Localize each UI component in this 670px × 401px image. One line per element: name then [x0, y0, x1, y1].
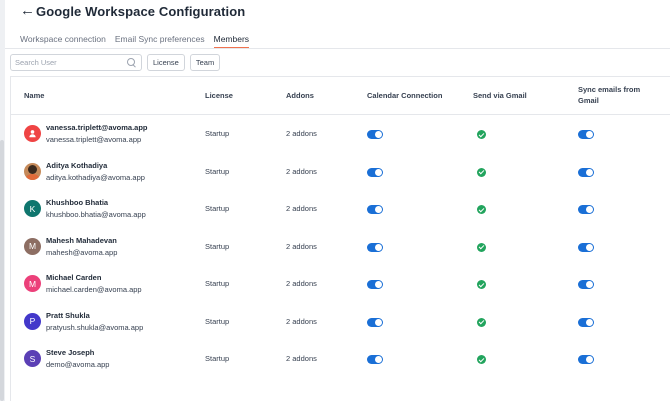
addons-cell[interactable]: 2 addons [286, 242, 317, 251]
check-circle-icon [477, 317, 486, 327]
sync-emails-toggle[interactable] [578, 130, 594, 139]
sync-emails-toggle[interactable] [578, 317, 594, 327]
avatar: S [24, 350, 41, 367]
table-row[interactable]: M Mahesh Mahadevan mahesh@avoma.app Startup… [11, 228, 670, 266]
table-row[interactable]: K Khushboo Bhatia khushboo.bhatia@avoma.ap… [11, 190, 670, 228]
user-email: khushboo.bhatia@avoma.app [46, 210, 146, 219]
table-row[interactable]: Aditya Kothadiya aditya.kothadiya@avoma.a… [11, 153, 670, 191]
addons-cell[interactable]: 2 addons [286, 279, 317, 288]
sync-emails-toggle[interactable] [578, 242, 594, 252]
addons-cell[interactable]: 2 addons [286, 317, 317, 326]
sync-emails-toggle[interactable] [578, 280, 594, 289]
check-circle-icon [477, 355, 486, 364]
calendar-connection-toggle[interactable] [367, 317, 383, 327]
sync-emails-toggle[interactable] [578, 167, 594, 177]
search-icon [127, 57, 137, 68]
user-name: Khushboo Bhatia [46, 198, 109, 207]
team-filter-button[interactable]: Team [189, 54, 221, 71]
calendar-connection-toggle[interactable] [367, 167, 383, 177]
user-name: Steve Joseph [46, 348, 95, 357]
sync-emails-toggle[interactable] [578, 205, 594, 214]
tab-bar: Workspace connection Email Sync preferen… [20, 34, 258, 49]
license-cell: Startup [205, 166, 230, 176]
license-cell: Startup [205, 204, 230, 213]
license-filter-button[interactable]: License [147, 54, 185, 71]
page-header: ← Google Workspace Configuration [20, 3, 245, 19]
members-table: Name License Addons Calendar Connection … [10, 76, 670, 401]
user-name: Mahesh Mahadevan [46, 235, 117, 245]
calendar-connection-toggle[interactable] [367, 130, 383, 139]
tab-email-sync-preferences[interactable]: Email Sync preferences [115, 34, 205, 49]
user-icon [24, 125, 41, 142]
check-circle-icon [477, 280, 486, 289]
user-name: Michael Carden [46, 273, 102, 282]
avatar: K [24, 200, 41, 217]
license-cell: Startup [205, 316, 230, 326]
calendar-connection-toggle[interactable] [367, 280, 383, 289]
tab-members[interactable]: Members [213, 34, 250, 49]
table-row[interactable]: M Michael Carden michael.carden@avoma.app S… [11, 265, 670, 303]
check-circle-icon [477, 130, 486, 139]
user-email: pratyush.shukla@avoma.app [46, 322, 144, 332]
user-email: demo@avoma.app [46, 360, 110, 369]
tabs-divider [5, 48, 670, 49]
search-input[interactable] [15, 58, 115, 67]
user-name: Aditya Kothadiya [46, 160, 108, 170]
column-header-name: Name [24, 91, 45, 100]
column-header-addons: Addons [286, 91, 314, 100]
left-panel-edge [0, 0, 5, 401]
table-row[interactable]: P Pratt Shukla pratyush.shukla@avoma.app St… [11, 303, 670, 341]
license-cell: Startup [205, 241, 230, 251]
addons-cell[interactable]: 2 addons [286, 204, 317, 213]
calendar-connection-toggle[interactable] [367, 242, 383, 252]
table-row[interactable]: vanessa.triplett@avoma.app vanessa.triple… [11, 115, 670, 153]
user-email: vanessa.triplett@avoma.app [46, 135, 142, 144]
tab-workspace-connection[interactable]: Workspace connection [20, 34, 106, 49]
column-header-license: License [205, 91, 233, 100]
avatar: M [24, 237, 41, 255]
avatar: P [24, 312, 41, 330]
calendar-connection-toggle[interactable] [367, 355, 383, 364]
table-header: Name License Addons Calendar Connection … [11, 77, 670, 115]
column-header-send-via-gmail: Send via Gmail [473, 91, 527, 100]
addons-cell[interactable]: 2 addons [286, 354, 317, 363]
scrollbar[interactable] [0, 140, 4, 401]
sync-emails-toggle[interactable] [578, 355, 594, 364]
user-name: vanessa.triplett@avoma.app [46, 123, 148, 132]
license-cell: Startup [205, 129, 230, 138]
calendar-connection-toggle[interactable] [367, 205, 383, 214]
addons-cell[interactable]: 2 addons [286, 167, 317, 176]
user-email: michael.carden@avoma.app [46, 285, 142, 294]
avatar: M [24, 275, 41, 292]
column-header-sync-emails: Sync emails from Gmail [578, 84, 640, 106]
user-email: mahesh@avoma.app [46, 247, 118, 257]
check-circle-icon [477, 167, 486, 177]
table-row[interactable]: S Steve Joseph demo@avoma.app Startup 2 addo… [11, 340, 670, 378]
license-cell: Startup [205, 354, 230, 363]
filter-bar: License Team [10, 54, 221, 71]
user-name: Pratt Shukla [46, 310, 90, 320]
column-header-sync-line2: Gmail [578, 96, 599, 105]
column-header-sync-line1: Sync emails from [578, 85, 641, 94]
check-circle-icon [477, 242, 486, 252]
license-cell: Startup [205, 279, 230, 288]
avatar [24, 162, 41, 180]
page-title: Google Workspace Configuration [36, 3, 246, 19]
arrow-left-icon[interactable]: ← [20, 3, 36, 19]
user-email: aditya.kothadiya@avoma.app [46, 172, 145, 182]
column-header-calendar-connection: Calendar Connection [367, 91, 443, 100]
search-box [10, 54, 142, 71]
addons-cell[interactable]: 2 addons [286, 129, 317, 138]
check-circle-icon [477, 205, 486, 214]
